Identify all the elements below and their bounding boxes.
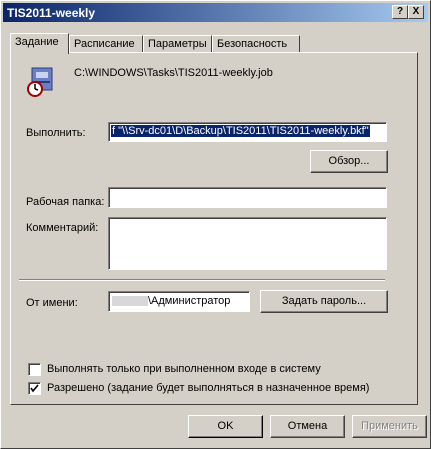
tab-schedule[interactable]: Расписание	[69, 35, 143, 52]
scheduled-task-icon	[27, 67, 53, 97]
run-command-input[interactable]: f "\\Srv-dc01\D\Backup\TIS2011\TIS2011-w…	[108, 122, 387, 142]
comment-label: Комментарий:	[26, 222, 99, 234]
close-button[interactable]: X	[408, 5, 424, 19]
set-password-button[interactable]: Задать пароль...	[260, 290, 388, 313]
check-mark-icon	[30, 384, 39, 393]
title-bar[interactable]: TIS2011-weekly ? X	[3, 3, 428, 22]
help-button[interactable]: ?	[392, 5, 408, 19]
run-label: Выполнить:	[26, 127, 86, 139]
runas-input[interactable]: \Администратор	[108, 291, 250, 312]
comment-textarea[interactable]	[108, 217, 387, 270]
tab-security[interactable]: Безопасность	[212, 35, 300, 52]
ok-button[interactable]: OK	[188, 415, 263, 438]
runas-value: \Администратор	[148, 295, 231, 307]
runas-label: От имени:	[26, 297, 78, 309]
task-panel: C:\WINDOWS\Tasks\TIS2011-weekly.job Выпо…	[10, 52, 418, 405]
enabled-label: Разрешено (задание будет выполняться в н…	[47, 382, 370, 394]
browse-button[interactable]: Обзор...	[310, 150, 388, 173]
workdir-label: Рабочая папка:	[26, 196, 105, 208]
apply-button[interactable]: Применить	[352, 415, 427, 438]
divider	[19, 279, 385, 281]
run-command-value: f "\\Srv-dc01\D\Backup\TIS2011\TIS2011-w…	[111, 125, 370, 137]
redacted-domain	[112, 296, 148, 307]
window-title: TIS2011-weekly	[7, 6, 96, 20]
task-file-path: C:\WINDOWS\Tasks\TIS2011-weekly.job	[74, 67, 273, 79]
task-properties-window: TIS2011-weekly ? X Задание Расписание Па…	[0, 0, 431, 449]
cancel-button[interactable]: Отмена	[270, 415, 345, 438]
only-when-logged-on-label: Выполнять только при выполненном входе в…	[47, 363, 321, 375]
tab-task[interactable]: Задание	[10, 33, 69, 54]
workdir-input[interactable]	[108, 187, 387, 208]
tab-settings[interactable]: Параметры	[143, 35, 212, 52]
only-when-logged-on-checkbox[interactable]	[28, 363, 41, 376]
enabled-checkbox[interactable]	[28, 382, 41, 395]
